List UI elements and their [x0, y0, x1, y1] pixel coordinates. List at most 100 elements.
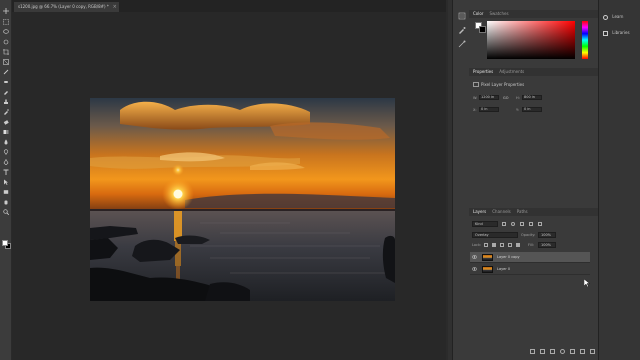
history-brush-icon[interactable]: [3, 109, 9, 115]
learn-label: Learn: [612, 14, 624, 19]
photoshop-window: s1200.jpg @ 66.7% (Layer 0 copy, RGB/8#)…: [0, 0, 640, 360]
hand-icon[interactable]: [3, 199, 9, 205]
layer-row-layer-0[interactable]: Layer 0: [470, 264, 590, 275]
canvas-workspace[interactable]: [12, 12, 446, 360]
stamp-icon[interactable]: [3, 99, 9, 105]
fill-label: Fill:: [528, 243, 534, 247]
filter-smart-object-icon[interactable]: [538, 222, 542, 226]
filter-adjustment-icon[interactable]: [511, 222, 515, 226]
filter-type-icon[interactable]: [520, 222, 524, 226]
brush-settings-icon[interactable]: [458, 26, 466, 34]
lock-all-icon[interactable]: [516, 243, 520, 247]
toolbar-foreground-color[interactable]: [2, 240, 8, 246]
move-icon[interactable]: [3, 8, 9, 14]
rectangle-icon[interactable]: [3, 189, 9, 195]
libraries-icon: [603, 30, 608, 36]
y-field[interactable]: 0 in: [522, 107, 542, 112]
filter-kind-value: Kind: [475, 222, 483, 226]
opacity-field[interactable]: 100%: [538, 232, 556, 238]
color-picker-field[interactable]: [487, 21, 575, 59]
history-icon[interactable]: [458, 12, 466, 20]
path-select-icon[interactable]: [3, 179, 9, 185]
layer-name[interactable]: Layer 0 copy: [497, 255, 520, 259]
libraries-label: Libraries: [612, 30, 630, 35]
tab-swatches[interactable]: Swatches: [489, 10, 508, 18]
add-mask-icon[interactable]: [550, 349, 555, 354]
document-tab[interactable]: s1200.jpg @ 66.7% (Layer 0 copy, RGB/8#)…: [14, 2, 119, 12]
lock-buttons: [484, 243, 520, 247]
layer-filter-icons: [502, 222, 542, 226]
new-layer-icon[interactable]: [580, 349, 585, 354]
delete-layer-icon[interactable]: [590, 349, 595, 354]
link-dimensions-icon[interactable]: GO: [503, 96, 508, 100]
tab-adjustments[interactable]: Adjustments: [499, 68, 524, 76]
layers-footer-buttons: [530, 349, 595, 354]
lock-transparent-icon[interactable]: [484, 243, 488, 247]
height-field[interactable]: 800 in: [522, 95, 542, 100]
hue-slider[interactable]: [582, 21, 588, 59]
layer-style-icon[interactable]: [540, 349, 545, 354]
properties-title: Pixel Layer Properties: [481, 82, 525, 87]
fill-value: 100%: [541, 243, 552, 247]
brush-icon[interactable]: [3, 89, 9, 95]
filter-shape-icon[interactable]: [529, 222, 533, 226]
color-panel-tabs: Color Swatches: [473, 10, 509, 18]
lock-artboard-icon[interactable]: [508, 243, 512, 247]
tab-paths[interactable]: Paths: [517, 208, 528, 216]
link-layers-icon[interactable]: [530, 349, 535, 354]
new-group-icon[interactable]: [570, 349, 575, 354]
lock-label: Lock:: [472, 243, 482, 247]
blur-icon[interactable]: [3, 139, 9, 145]
zoom-icon[interactable]: [3, 209, 9, 215]
blend-mode-select[interactable]: Overlay: [472, 232, 518, 238]
frame-icon[interactable]: [3, 59, 9, 65]
type-icon[interactable]: [3, 169, 9, 175]
libraries-panel-button[interactable]: Libraries: [603, 28, 630, 38]
tab-layers[interactable]: Layers: [473, 208, 486, 216]
background-color-swatch[interactable]: [479, 26, 486, 33]
x-field[interactable]: 0 in: [479, 107, 499, 112]
tab-channels[interactable]: Channels: [492, 208, 511, 216]
document-tab-bar: s1200.jpg @ 66.7% (Layer 0 copy, RGB/8#)…: [12, 0, 446, 12]
eyedropper-icon[interactable]: [3, 69, 9, 75]
opacity-label: Opacity:: [521, 233, 536, 237]
learn-panel-button[interactable]: Learn: [603, 12, 623, 22]
width-field[interactable]: 1200 in: [479, 95, 499, 100]
filter-kind-select[interactable]: Kind: [472, 221, 498, 227]
clone-source-icon[interactable]: [458, 40, 466, 48]
gradient-icon[interactable]: [3, 129, 9, 135]
dodge-icon[interactable]: [3, 149, 9, 155]
tab-color[interactable]: Color: [473, 10, 483, 18]
height-label: H:: [516, 96, 520, 100]
sunset-photo: [90, 98, 395, 301]
pixel-layer-icon: [473, 82, 479, 87]
filter-pixel-icon[interactable]: [502, 222, 506, 226]
document-tab-title: s1200.jpg @ 66.7% (Layer 0 copy, RGB/8#)…: [18, 4, 109, 9]
eraser-icon[interactable]: [3, 119, 9, 125]
y-label: Y:: [516, 108, 519, 112]
collapsed-panels: Learn Libraries: [598, 0, 640, 360]
tools-panel: [0, 0, 12, 360]
document-image[interactable]: [90, 98, 395, 301]
layer-row-layer-0-copy[interactable]: Layer 0 copy: [470, 252, 590, 263]
layer-thumbnail: [482, 266, 493, 273]
fill-field[interactable]: 100%: [538, 242, 556, 248]
lasso-icon[interactable]: [3, 29, 9, 35]
tab-properties[interactable]: Properties: [473, 68, 493, 76]
close-tab-icon[interactable]: ×: [113, 2, 117, 12]
layer-name[interactable]: Layer 0: [497, 267, 510, 271]
lock-position-icon[interactable]: [500, 243, 504, 247]
visibility-eye-icon[interactable]: [472, 267, 477, 271]
quick-select-icon[interactable]: [3, 39, 9, 45]
blend-mode-value: Overlay: [475, 233, 489, 237]
pen-icon[interactable]: [3, 159, 9, 165]
adjustment-layer-icon[interactable]: [560, 349, 565, 354]
healing-icon[interactable]: [3, 79, 9, 85]
lock-pixels-icon[interactable]: [492, 243, 496, 247]
x-label: X:: [473, 108, 477, 112]
crop-icon[interactable]: [3, 49, 9, 55]
marquee-icon[interactable]: [3, 19, 9, 25]
width-label: W:: [473, 96, 478, 100]
properties-panel-tabs: Properties Adjustments: [473, 68, 524, 76]
visibility-eye-icon[interactable]: [472, 255, 477, 259]
